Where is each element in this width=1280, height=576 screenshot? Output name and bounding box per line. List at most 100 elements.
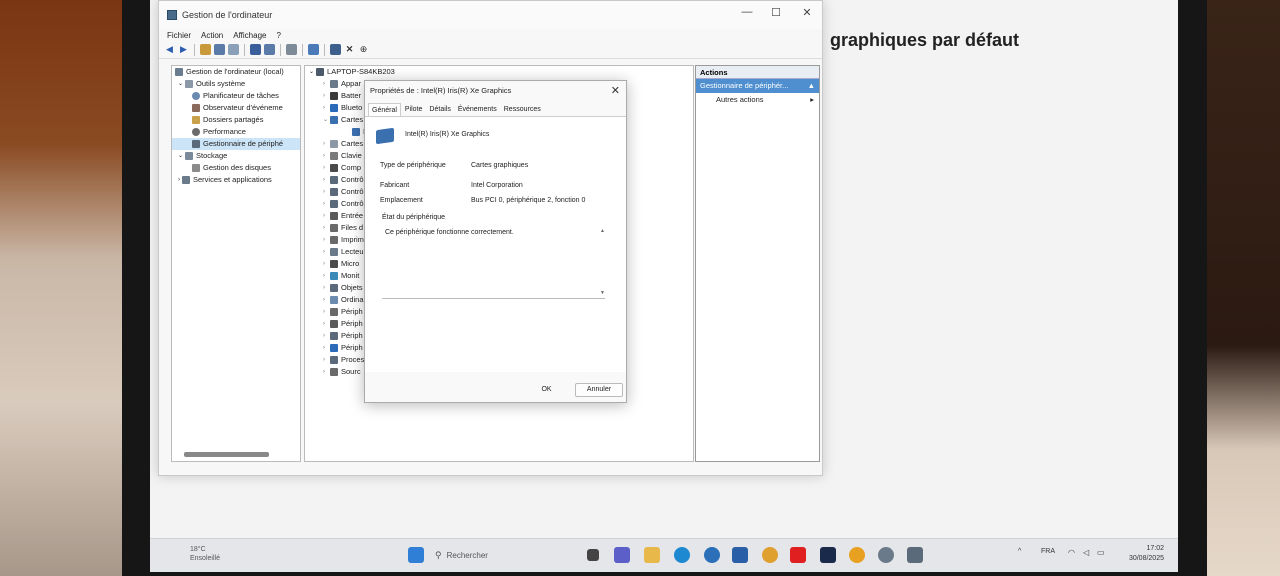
show-hide-tree-icon[interactable] — [214, 44, 225, 55]
expand-chevron-icon[interactable]: › — [323, 258, 328, 270]
expand-chevron-icon[interactable]: › — [323, 306, 328, 318]
back-arrow-icon[interactable]: ◀ — [164, 44, 175, 55]
collapse-up-icon[interactable]: ▲ — [808, 79, 815, 93]
hp-icon[interactable] — [704, 547, 720, 563]
expand-chevron-icon[interactable]: › — [323, 222, 328, 234]
expand-chevron-icon[interactable]: › — [323, 78, 328, 90]
tree-item-computer-management[interactable]: Gestion de l'ordinateur (local) — [172, 66, 300, 78]
expand-chevron-icon[interactable]: › — [323, 342, 328, 354]
battery-icon[interactable]: ▭ — [1097, 548, 1105, 557]
expand-chevron-icon[interactable]: › — [323, 318, 328, 330]
expand-chevron-icon[interactable]: › — [323, 354, 328, 366]
actions-device-manager-section[interactable]: Gestionnaire de périphér... ▲ — [696, 79, 819, 93]
tree-item-shared-folders[interactable]: Dossiers partagés — [172, 114, 300, 126]
device-status-box[interactable]: Ce périphérique fonctionne correctement.… — [382, 223, 605, 299]
tab-events[interactable]: Événements — [455, 103, 500, 116]
enable-device-icon[interactable]: ⊕ — [358, 44, 369, 55]
weather-widget[interactable]: 18°C Ensoleillé — [190, 545, 220, 563]
expand-chevron-icon[interactable]: › — [323, 174, 328, 186]
tab-driver[interactable]: Pilote — [402, 103, 426, 116]
expand-chevron-icon[interactable]: › — [323, 150, 328, 162]
collapse-chevron-icon[interactable]: ⌄ — [323, 114, 328, 126]
expand-chevron-icon[interactable]: › — [323, 102, 328, 114]
device-category-label: Périph — [341, 331, 363, 340]
tree-item-storage[interactable]: ⌄ Stockage — [172, 150, 300, 162]
menu-fichier[interactable]: Fichier — [167, 31, 191, 40]
forward-arrow-icon[interactable]: ▶ — [178, 44, 189, 55]
language-indicator[interactable]: FRA — [1041, 548, 1055, 555]
youtube-icon[interactable] — [790, 547, 806, 563]
print-icon[interactable] — [286, 44, 297, 55]
device-category-icon — [330, 272, 338, 280]
menu-action[interactable]: Action — [201, 31, 223, 40]
expand-chevron-icon[interactable]: › — [323, 210, 328, 222]
clock[interactable]: 17:02 30/08/2025 — [1129, 544, 1164, 564]
close-button[interactable]: ✕ — [796, 6, 818, 19]
tab-resources[interactable]: Ressources — [501, 103, 544, 116]
edge-icon[interactable] — [674, 547, 690, 563]
window-titlebar[interactable]: Gestion de l'ordinateur — [159, 1, 822, 29]
actions-more-actions[interactable]: Autres actions ▸ — [696, 93, 819, 107]
task-view-icon[interactable] — [587, 549, 599, 561]
tree-item-system-tools[interactable]: ⌄ Outils système — [172, 78, 300, 90]
wifi-icon[interactable]: ◠ — [1068, 548, 1075, 557]
tree-item-performance[interactable]: Performance — [172, 126, 300, 138]
cancel-button[interactable]: Annuler — [575, 383, 623, 397]
tray-expand-chevron-icon[interactable]: ^ — [1018, 548, 1021, 555]
tab-details[interactable]: Détails — [426, 103, 453, 116]
action-pane-icon[interactable] — [264, 44, 275, 55]
tab-general[interactable]: Général — [368, 103, 401, 116]
expand-chevron-icon[interactable]: › — [323, 294, 328, 306]
tips-icon[interactable] — [762, 547, 778, 563]
expand-chevron-icon[interactable]: › — [323, 138, 328, 150]
volume-icon[interactable]: ◁ — [1083, 548, 1089, 557]
dialog-close-button[interactable]: ✕ — [611, 84, 620, 97]
expand-chevron-icon[interactable]: › — [323, 198, 328, 210]
windows-start-icon[interactable] — [408, 547, 424, 563]
device-category-icon — [352, 128, 360, 136]
expand-chevron-icon[interactable]: › — [323, 234, 328, 246]
tree-item-services-applications[interactable]: › Services et applications — [172, 174, 300, 186]
scroll-up-icon[interactable]: ▲ — [600, 228, 605, 234]
chrome-icon[interactable] — [849, 547, 865, 563]
toolbar-separator — [244, 43, 245, 56]
expand-chevron-icon[interactable]: › — [323, 186, 328, 198]
services-icon — [182, 176, 190, 184]
properties-icon[interactable] — [228, 44, 239, 55]
device-manager-taskbar-icon[interactable] — [907, 547, 923, 563]
up-folder-icon[interactable] — [200, 44, 211, 55]
help-icon[interactable] — [250, 44, 261, 55]
tree-item-label: Gestion de l'ordinateur (local) — [186, 67, 284, 76]
uninstall-x-icon[interactable]: ✕ — [344, 44, 355, 55]
ok-button[interactable]: OK — [528, 383, 565, 397]
menu-help[interactable]: ? — [276, 31, 280, 40]
device-tree-root[interactable]: ⌄ LAPTOP-S84KB203 — [305, 66, 693, 78]
scan-hardware-icon[interactable] — [308, 44, 319, 55]
tree-item-disk-management[interactable]: Gestion des disques — [172, 162, 300, 174]
device-category-label: Objets — [341, 283, 363, 292]
expand-chevron-icon[interactable]: › — [323, 270, 328, 282]
minimize-button[interactable]: — — [736, 6, 758, 18]
dialog-title: Propriétés de : Intel(R) Iris(R) Xe Grap… — [370, 86, 512, 95]
file-explorer-icon[interactable] — [644, 547, 660, 563]
tree-item-event-viewer[interactable]: Observateur d'événeme — [172, 102, 300, 114]
menu-affichage[interactable]: Affichage — [233, 31, 266, 40]
teams-icon[interactable] — [614, 547, 630, 563]
store-icon[interactable] — [732, 547, 748, 563]
taskbar-search[interactable]: ⚲ Rechercher — [435, 546, 575, 564]
horizontal-scrollbar[interactable] — [184, 452, 269, 457]
maximize-button[interactable]: ☐ — [765, 6, 787, 19]
device-category-label: Clavie — [341, 151, 362, 160]
lightroom-icon[interactable] — [820, 547, 836, 563]
scroll-down-icon[interactable]: ▼ — [600, 290, 605, 296]
tree-item-task-scheduler[interactable]: Planificateur de tâches — [172, 90, 300, 102]
expand-chevron-icon[interactable]: › — [323, 330, 328, 342]
update-driver-icon[interactable] — [330, 44, 341, 55]
expand-chevron-icon[interactable]: › — [323, 366, 328, 378]
tree-item-device-manager[interactable]: Gestionnaire de périphé — [172, 138, 300, 150]
expand-chevron-icon[interactable]: › — [323, 246, 328, 258]
expand-chevron-icon[interactable]: › — [323, 90, 328, 102]
settings-gear-icon[interactable] — [878, 547, 894, 563]
expand-chevron-icon[interactable]: › — [323, 162, 328, 174]
expand-chevron-icon[interactable]: › — [323, 282, 328, 294]
